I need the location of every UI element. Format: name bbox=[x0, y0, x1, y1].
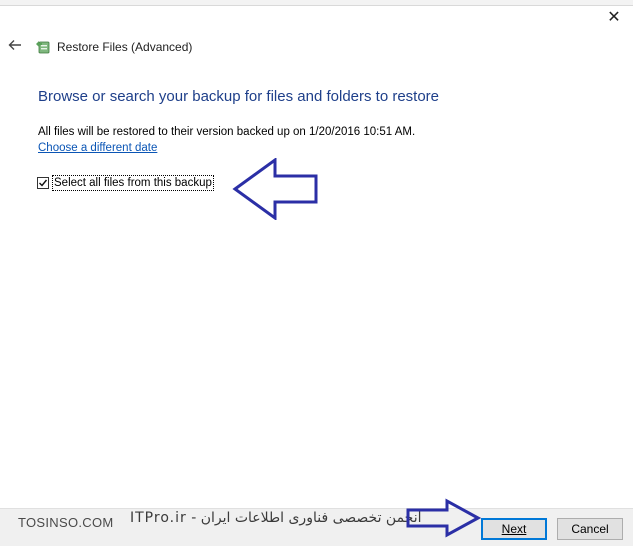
restore-files-icon bbox=[36, 41, 50, 54]
title-bar-strip bbox=[0, 0, 633, 6]
cancel-button-label: Cancel bbox=[571, 522, 609, 536]
next-button[interactable]: Next bbox=[481, 518, 547, 540]
back-button[interactable] bbox=[6, 38, 24, 56]
select-all-checkbox[interactable] bbox=[37, 177, 49, 189]
watermark-persian-text: انجمن تخصصی فناوری اطلاعات ایران - ITPro… bbox=[130, 510, 422, 526]
select-all-label[interactable]: Select all files from this backup bbox=[52, 175, 214, 191]
watermark-site-text: TOSINSO.COM bbox=[18, 515, 114, 530]
back-arrow-icon bbox=[8, 40, 21, 50]
close-icon: ✕ bbox=[607, 9, 621, 26]
choose-different-date-link[interactable]: Choose a different date bbox=[38, 142, 157, 154]
backup-info-text: All files will be restored to their vers… bbox=[38, 126, 416, 138]
annotation-arrow-left bbox=[232, 158, 318, 220]
select-all-checkbox-row[interactable]: Select all files from this backup bbox=[37, 175, 214, 191]
cancel-button[interactable]: Cancel bbox=[557, 518, 623, 540]
window-title: Restore Files (Advanced) bbox=[57, 40, 193, 54]
checkmark-icon bbox=[39, 179, 48, 187]
next-button-label: Next bbox=[501, 522, 527, 536]
annotation-arrow-right bbox=[406, 498, 481, 538]
close-button[interactable]: ✕ bbox=[603, 8, 625, 28]
page-heading: Browse or search your backup for files a… bbox=[38, 88, 440, 105]
